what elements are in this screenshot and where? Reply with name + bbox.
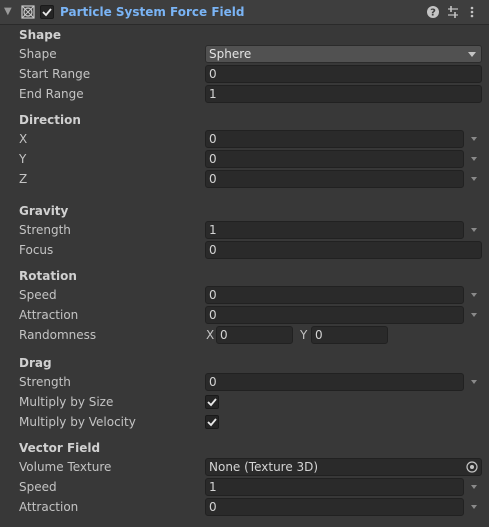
multiply-by-velocity-checkbox[interactable] [205,415,219,429]
randomness-x-field[interactable]: 0 [216,326,293,344]
randomness-label: Randomness [19,328,97,342]
shape-label: Shape [19,47,57,61]
volume-texture-value: None (Texture 3D) [209,460,319,474]
svg-text:?: ? [430,8,436,19]
checkmark-icon [42,8,52,17]
drag-strength-label: Strength [19,375,71,389]
section-gravity: Gravity [19,204,69,218]
kebab-menu-icon[interactable] [465,5,479,19]
curve-mode-dropdown-icon[interactable] [471,485,477,489]
volume-texture-label: Volume Texture [19,460,112,474]
volume-texture-field[interactable]: None (Texture 3D) [205,458,482,476]
vector-attraction-label: Attraction [19,500,79,514]
checkmark-icon [207,418,217,427]
curve-mode-dropdown-icon[interactable] [471,293,477,297]
rotation-attraction-label: Attraction [19,308,79,322]
gravity-focus-field[interactable]: 0 [205,241,482,259]
direction-x-field[interactable]: 0 [205,130,464,148]
gravity-strength-label: Strength [19,223,71,237]
randomness-x-axis-label[interactable]: X [206,328,214,343]
randomness-y-axis-label[interactable]: Y [300,328,307,343]
foldout-arrow-icon[interactable]: ▼ [4,6,14,18]
curve-mode-dropdown-icon[interactable] [471,137,477,141]
force-field-component-icon [21,5,35,19]
checkmark-icon [207,398,217,407]
multiply-by-size-checkbox[interactable] [205,395,219,409]
section-rotation: Rotation [19,269,77,283]
multiply-by-velocity-label: Multiply by Velocity [19,415,136,429]
preset-sliders-icon[interactable] [446,5,460,19]
chevron-down-icon [468,52,476,57]
drag-strength-field[interactable]: 0 [205,373,464,391]
shape-value: Sphere [209,47,252,61]
section-vector-field: Vector Field [19,441,101,455]
rotation-speed-field[interactable]: 0 [205,286,464,304]
curve-mode-dropdown-icon[interactable] [471,157,477,161]
curve-mode-dropdown-icon[interactable] [471,505,477,509]
rotation-attraction-field[interactable]: 0 [205,306,464,324]
gravity-focus-label: Focus [19,243,54,257]
rotation-speed-label: Speed [19,288,57,302]
start-range-field[interactable]: 0 [205,65,482,83]
direction-y-field[interactable]: 0 [205,150,464,168]
direction-z-label: Z [19,172,28,186]
direction-z-field[interactable]: 0 [205,170,464,188]
end-range-label: End Range [19,87,84,101]
component-header: ▼ Particle System Force Field ? [0,0,489,25]
direction-x-label: X [19,132,28,146]
gravity-strength-field[interactable]: 1 [205,221,464,239]
multiply-by-size-label: Multiply by Size [19,395,114,409]
curve-mode-dropdown-icon[interactable] [471,228,477,232]
vector-speed-label: Speed [19,480,57,494]
direction-y-label: Y [19,152,27,166]
end-range-field[interactable]: 1 [205,85,482,103]
vector-attraction-field[interactable]: 0 [205,498,464,516]
vector-speed-field[interactable]: 1 [205,478,464,496]
start-range-label: Start Range [19,67,91,81]
curve-mode-dropdown-icon[interactable] [471,380,477,384]
object-picker-icon[interactable] [465,460,479,474]
component-enabled-checkbox[interactable] [40,5,54,19]
shape-dropdown[interactable]: Sphere [205,45,482,63]
help-icon[interactable]: ? [426,5,440,19]
component-title: Particle System Force Field [60,5,245,19]
section-shape: Shape [19,28,62,42]
curve-mode-dropdown-icon[interactable] [471,177,477,181]
section-direction: Direction [19,113,81,127]
section-drag: Drag [19,356,52,370]
curve-mode-dropdown-icon[interactable] [471,313,477,317]
randomness-y-field[interactable]: 0 [311,326,388,344]
